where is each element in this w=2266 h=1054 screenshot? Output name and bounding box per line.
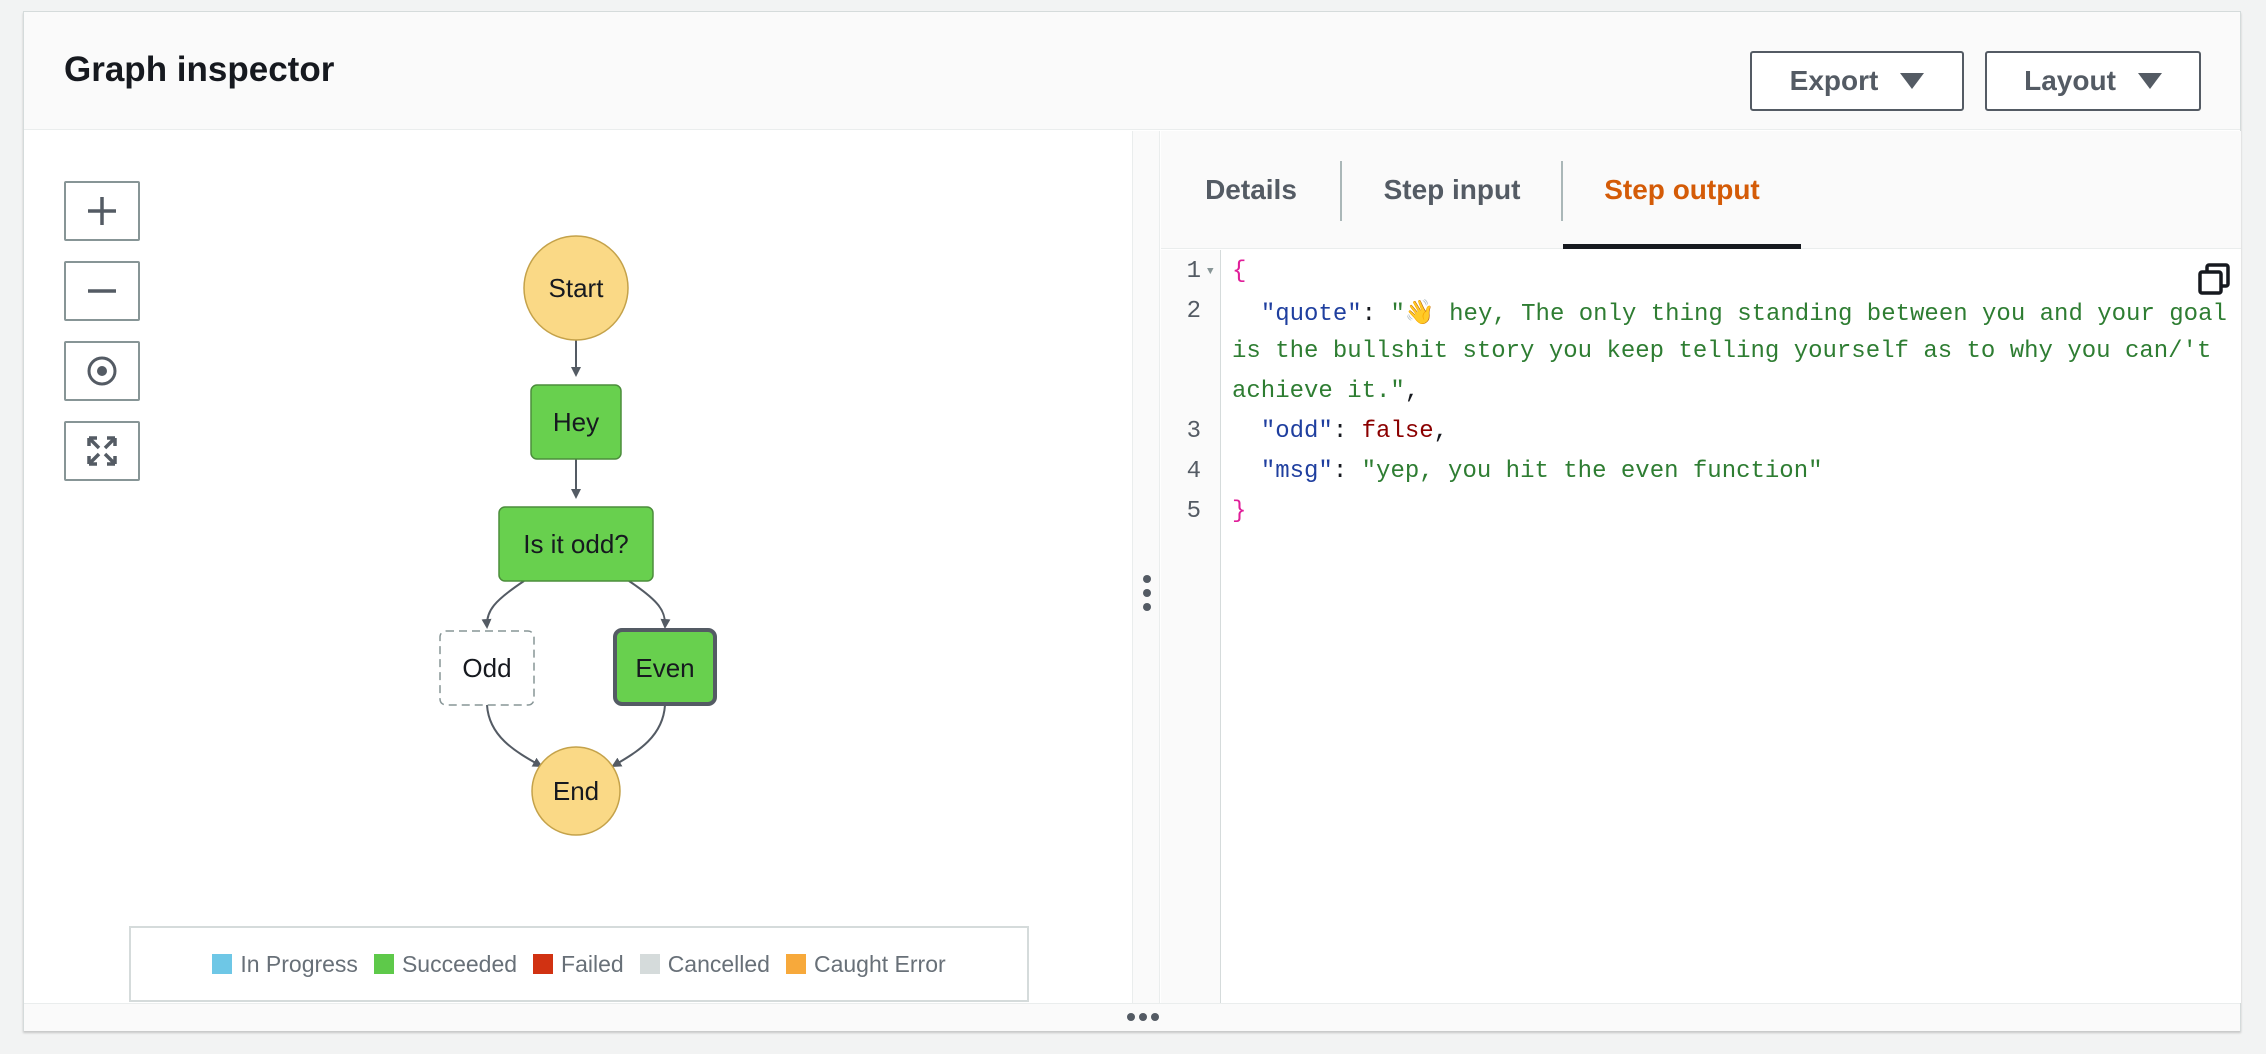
drag-handle-icon xyxy=(1127,1013,1159,1022)
line-number: 1 xyxy=(1186,258,1201,285)
line-number: 4 xyxy=(1186,458,1201,485)
fold-arrow-icon[interactable]: ▼ xyxy=(1207,266,1214,278)
code-line-1: { xyxy=(1232,258,1246,285)
line-number-gutter: 1 ▼ 2 3 4 5 xyxy=(1161,250,1221,1003)
detail-tabs: Details Step input Step output xyxy=(1161,131,2241,249)
code-line-2-wrap: achieve it.", xyxy=(1232,378,1420,405)
json-string: "yep, you hit the even function" xyxy=(1361,458,1823,485)
json-string: is the bullshit story you keep telling y… xyxy=(1232,338,2212,365)
node-odd-label: Odd xyxy=(462,653,511,683)
caret-down-icon xyxy=(1900,73,1925,89)
node-end[interactable]: End xyxy=(531,746,621,836)
legend-item-failed: Failed xyxy=(533,951,624,978)
tab-step-output[interactable]: Step output xyxy=(1563,131,1801,249)
json-key: "msg" xyxy=(1260,458,1333,485)
json-boolean: false xyxy=(1361,418,1434,445)
legend-label: Cancelled xyxy=(667,950,770,977)
legend-item-succeeded: Succeeded xyxy=(373,950,518,978)
node-hey[interactable]: Hey xyxy=(530,384,622,460)
panel-header: Graph inspector Export Layout xyxy=(24,12,2240,130)
export-button[interactable]: Export xyxy=(1750,51,1964,111)
node-start[interactable]: Start xyxy=(523,235,629,341)
export-button-label: Export xyxy=(1789,65,1879,96)
edge-odd-end xyxy=(486,704,543,767)
json-key: "quote" xyxy=(1260,301,1362,328)
code-line-4: "msg": "yep, you hit the even function" xyxy=(1260,458,1823,485)
node-odd[interactable]: Odd xyxy=(439,630,535,706)
legend-swatch xyxy=(639,954,660,974)
json-key: "odd" xyxy=(1260,418,1333,445)
legend-label: Succeeded xyxy=(401,950,518,977)
vertical-resize-handle[interactable] xyxy=(1132,131,1160,1003)
layout-button-label: Layout xyxy=(2024,65,2116,96)
legend-swatch xyxy=(373,954,394,974)
code-line-2: "quote": "👋 hey, The only thing standing… xyxy=(1260,301,2227,328)
graph-inspector-panel: Graph inspector Export Layout Start Hey … xyxy=(23,11,2241,1031)
caret-down-icon xyxy=(2137,73,2162,89)
legend-swatch xyxy=(785,954,806,974)
close-brace: } xyxy=(1232,498,1247,525)
node-is-it-odd-label: Is it odd? xyxy=(523,529,629,559)
json-output-editor[interactable]: 1 ▼ 2 3 4 5 { "quote": "👋 hey, The only … xyxy=(1161,250,2241,1003)
node-hey-label: Hey xyxy=(553,407,599,437)
line-number: 5 xyxy=(1186,498,1201,525)
page-title: Graph inspector xyxy=(64,50,335,89)
layout-button[interactable]: Layout xyxy=(1985,51,2201,111)
code-line-2-wrap: is the bullshit story you keep telling y… xyxy=(1232,338,2211,365)
active-tab-indicator xyxy=(1563,244,1801,249)
horizontal-resize-handle[interactable] xyxy=(24,1003,2240,1031)
code-line-5: } xyxy=(1232,498,1246,525)
open-brace: { xyxy=(1232,258,1247,285)
json-string: achieve it." xyxy=(1232,378,1405,405)
copy-icon[interactable] xyxy=(2197,262,2231,296)
code-line-3: "odd": false, xyxy=(1260,418,1449,445)
edge-isodd-odd xyxy=(481,580,525,629)
legend-item-caught-error: Caught Error xyxy=(785,950,946,978)
legend-label: In Progress xyxy=(240,950,358,977)
edge-even-end xyxy=(611,704,666,767)
json-string: "👋 hey, The only thing standing between … xyxy=(1390,301,2227,328)
line-number: 2 xyxy=(1186,298,1201,325)
state-machine-graph: Start Hey Is it odd? Odd Even End xyxy=(439,235,717,836)
drag-handle-icon xyxy=(1143,575,1151,611)
legend-swatch xyxy=(212,954,233,974)
tab-details[interactable]: Details xyxy=(1161,131,1341,249)
status-legend: In Progress Succeeded Failed Cancelled C… xyxy=(129,926,1029,1002)
line-number: 3 xyxy=(1186,418,1201,445)
node-even[interactable]: Even xyxy=(613,628,717,706)
node-even-label: Even xyxy=(635,653,694,683)
graph-canvas[interactable]: Start Hey Is it odd? Odd Even End In Pro… xyxy=(24,131,1132,1003)
legend-label: Caught Error xyxy=(813,950,946,977)
node-is-it-odd[interactable]: Is it odd? xyxy=(498,506,654,582)
edge-isodd-even xyxy=(628,580,671,629)
legend-label: Failed xyxy=(561,950,624,977)
tab-step-input[interactable]: Step input xyxy=(1342,131,1562,249)
node-start-label: Start xyxy=(549,273,605,303)
legend-item-cancelled: Cancelled xyxy=(639,950,770,978)
legend-swatch xyxy=(533,954,554,974)
legend-item-in-progress: In Progress xyxy=(212,951,358,978)
step-detail-pane: Details Step input Step output 1 ▼ 2 3 4… xyxy=(1161,131,2241,1003)
node-end-label: End xyxy=(553,776,599,806)
